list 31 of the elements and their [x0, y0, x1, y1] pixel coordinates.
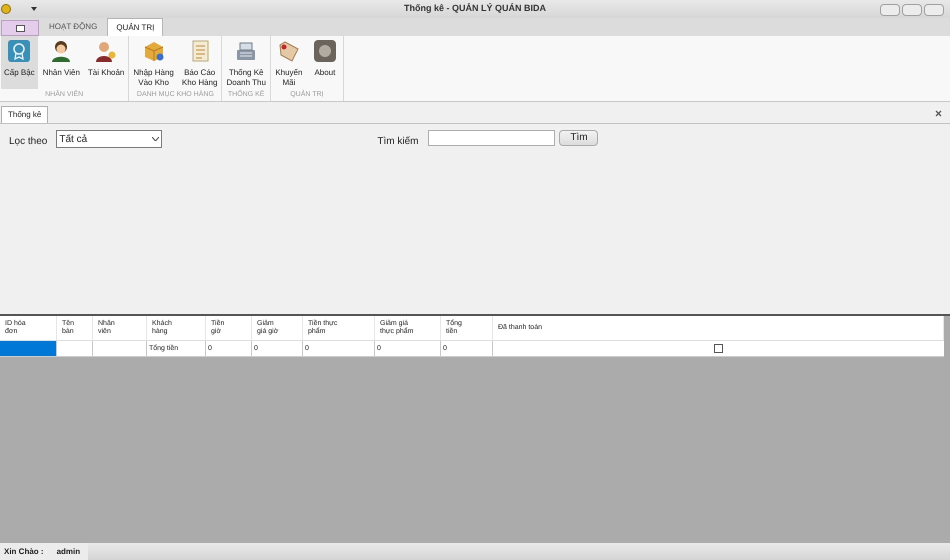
minimize-button[interactable] — [880, 4, 900, 16]
greeting-label: Xin Chào : — [4, 546, 44, 558]
ribbon-button[interactable]: Khuyến Mãi — [272, 36, 306, 89]
search-label: Tìm kiếm — [377, 135, 418, 149]
filter-label: Lọc theo — [9, 135, 48, 149]
ribbon-button[interactable]: Báo Cáo Kho Hàng — [178, 36, 220, 89]
app-menu-icon[interactable] — [1, 4, 11, 14]
ribbon-button[interactable]: About — [308, 36, 342, 89]
user-name: admin — [56, 546, 80, 558]
ribbon-tab[interactable]: HOẠT ĐỘNG — [39, 18, 108, 36]
paid-checkbox[interactable] — [714, 344, 723, 353]
window-title: Thống kê - QUẢN LÝ QUÁN BIDA — [404, 2, 546, 16]
close-button[interactable] — [924, 4, 944, 16]
document-tab[interactable]: Thống kê — [1, 106, 48, 123]
restore-button[interactable] — [902, 4, 922, 16]
price-tag-icon — [276, 39, 301, 63]
ribbon-award-icon — [7, 39, 32, 63]
ribbon-tab[interactable]: QUẢN TRỊ — [107, 18, 164, 36]
search-field[interactable] — [428, 130, 556, 146]
application-button[interactable] — [1, 20, 39, 36]
ribbon-button[interactable]: Nhập Hàng Vào Kho — [130, 36, 177, 89]
ribbon-button[interactable]: Tài Khoản — [84, 36, 128, 89]
ribbon-button[interactable]: Cấp Bậc — [1, 36, 38, 89]
ribbon-button[interactable]: Thống Kê Doanh Thu — [223, 36, 269, 89]
close-icon[interactable] — [935, 110, 942, 117]
ribbon-button[interactable]: Nhân Viên — [40, 36, 83, 89]
info-tile-icon — [312, 39, 337, 63]
chevron-down-icon — [152, 137, 160, 141]
search-button[interactable]: Tìm — [559, 130, 598, 146]
dropdown-arrow-icon[interactable] — [31, 7, 37, 11]
filter-dropdown[interactable]: Tất cả — [56, 130, 162, 148]
